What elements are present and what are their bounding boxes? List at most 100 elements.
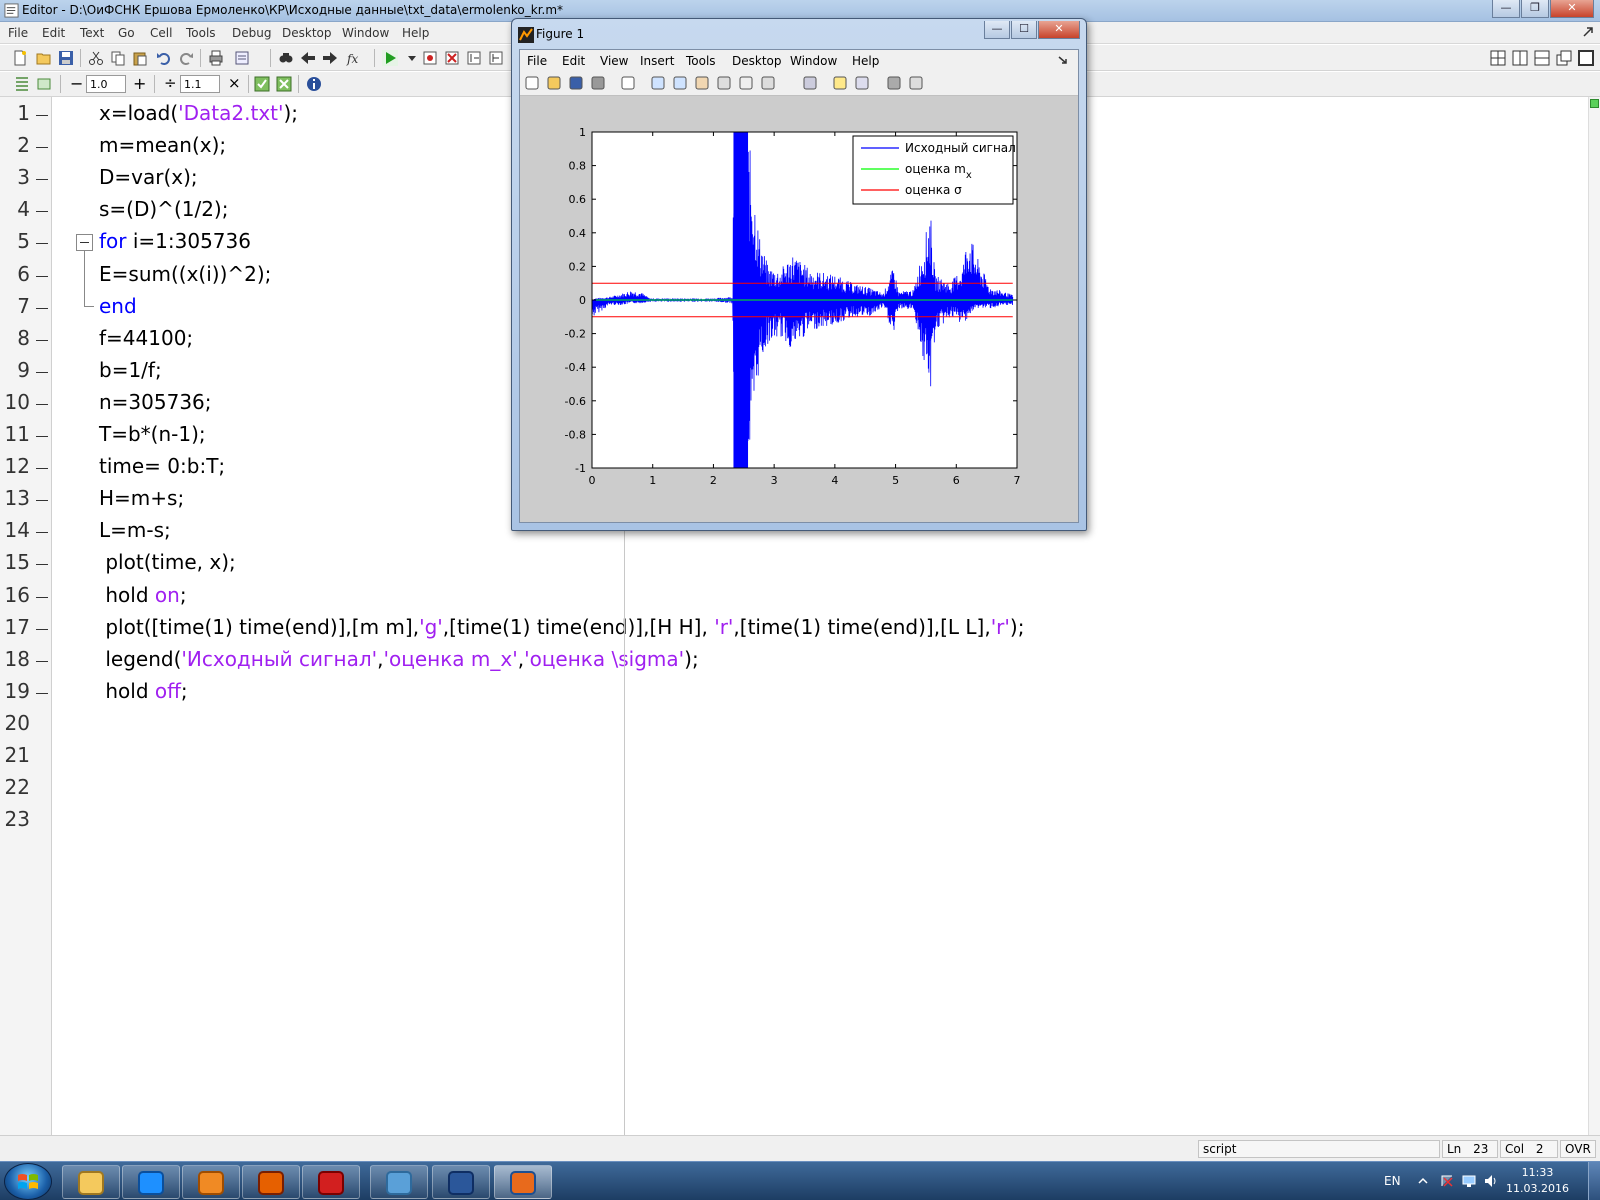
code-line[interactable]: D=var(x); <box>99 165 198 189</box>
figure-menu-file[interactable]: File <box>527 54 547 68</box>
breakpoint-marker[interactable] <box>36 692 48 694</box>
breakpoint-marker[interactable] <box>36 596 48 598</box>
forward-arrow-icon[interactable] <box>322 50 338 66</box>
code-analyzer-ok-icon[interactable] <box>1590 99 1599 108</box>
code-line[interactable]: for i=1:305736 <box>99 229 251 253</box>
undo-icon[interactable] <box>156 50 172 66</box>
breakpoint-marker[interactable] <box>36 500 48 502</box>
function-icon[interactable]: fx <box>346 50 362 66</box>
open-file-icon[interactable] <box>36 50 52 66</box>
breakpoint-marker[interactable] <box>36 115 48 116</box>
fold-toggle-icon[interactable] <box>76 234 93 251</box>
multiply-button[interactable]: × <box>228 74 241 92</box>
code-line[interactable]: b=1/f; <box>99 358 162 382</box>
menu-cell[interactable]: Cell <box>150 26 172 40</box>
breakpoint-marker[interactable] <box>36 628 48 630</box>
decrement-button[interactable]: − <box>70 74 83 93</box>
breakpoint-marker[interactable] <box>36 339 48 341</box>
insert-cell-icon[interactable] <box>14 76 30 92</box>
network-icon[interactable] <box>1462 1174 1476 1188</box>
figure-menu-help[interactable]: Help <box>852 54 879 68</box>
show-plot-tools-icon[interactable] <box>908 75 924 91</box>
code-line[interactable]: T=b*(n-1); <box>99 422 206 446</box>
taskbar-app-button[interactable] <box>494 1165 552 1199</box>
breakpoint-marker[interactable] <box>36 307 48 309</box>
code-line[interactable]: H=m+s; <box>99 486 184 510</box>
colorbar-icon[interactable] <box>832 75 848 91</box>
breakpoint-marker[interactable] <box>36 371 48 373</box>
code-line[interactable]: plot(time, x); <box>99 550 235 574</box>
print-icon[interactable] <box>208 50 224 66</box>
zoom-in-icon[interactable] <box>650 75 666 91</box>
taskbar-app-button[interactable] <box>182 1165 240 1199</box>
code-line[interactable]: end <box>99 294 137 318</box>
code-line[interactable]: plot([time(1) time(end)],[m m],'g',[time… <box>99 615 1024 639</box>
step-icon[interactable] <box>466 50 482 66</box>
save-icon[interactable] <box>58 50 74 66</box>
breakpoint-marker[interactable] <box>36 660 48 662</box>
code-line[interactable]: s=(D)^(1/2); <box>99 197 228 221</box>
back-arrow-icon[interactable] <box>300 50 316 66</box>
figure-menu-tools[interactable]: Tools <box>686 54 716 68</box>
info-icon[interactable] <box>306 76 322 92</box>
zoom-out-icon[interactable] <box>672 75 688 91</box>
breakpoint-marker[interactable] <box>36 564 48 566</box>
tile-grid-icon[interactable] <box>1490 50 1506 66</box>
brush-icon[interactable] <box>760 75 776 91</box>
breakpoint-marker[interactable] <box>36 211 48 213</box>
breakpoint-marker[interactable] <box>36 243 48 245</box>
taskbar-app-button[interactable] <box>122 1165 180 1199</box>
taskbar-app-button[interactable] <box>432 1165 490 1199</box>
split-vertical-icon[interactable] <box>1512 50 1528 66</box>
undock-icon[interactable] <box>1582 26 1594 38</box>
evaluate-cell-icon[interactable] <box>254 76 270 92</box>
dropdown-arrow-icon[interactable] <box>404 50 420 66</box>
code-line[interactable]: legend('Исходный сигнал','оценка m_x','о… <box>99 647 698 671</box>
figure-menu-insert[interactable]: Insert <box>640 54 674 68</box>
menu-edit[interactable]: Edit <box>42 26 65 40</box>
menu-tools[interactable]: Tools <box>186 26 216 40</box>
figure-dock-icon[interactable] <box>1058 55 1068 65</box>
language-indicator[interactable]: EN <box>1384 1174 1401 1188</box>
figure-menu-window[interactable]: Window <box>790 54 837 68</box>
paste-icon[interactable] <box>132 50 148 66</box>
breakpoint-marker[interactable] <box>36 147 48 149</box>
figure-maximize-button[interactable]: ☐ <box>1011 21 1037 39</box>
taskbar-app-button[interactable] <box>242 1165 300 1199</box>
rotate-3d-icon[interactable] <box>716 75 732 91</box>
figure-menu-edit[interactable]: Edit <box>562 54 585 68</box>
run-icon[interactable] <box>382 50 398 66</box>
breakpoint-marker[interactable] <box>36 436 48 437</box>
breakpoint-marker[interactable] <box>36 468 48 470</box>
show-hidden-icons-icon[interactable] <box>1416 1174 1430 1188</box>
menu-go[interactable]: Go <box>118 26 135 40</box>
split-horizontal-icon[interactable] <box>1534 50 1550 66</box>
save-icon[interactable] <box>568 75 584 91</box>
cut-icon[interactable] <box>88 50 104 66</box>
open-file-icon[interactable] <box>546 75 562 91</box>
code-line[interactable]: L=m-s; <box>99 518 171 542</box>
print-icon[interactable] <box>590 75 606 91</box>
maximize-icon[interactable] <box>1578 50 1594 66</box>
taskbar-app-button[interactable] <box>302 1165 360 1199</box>
figure-menu-view[interactable]: View <box>600 54 628 68</box>
figure-window[interactable]: Figure 1 — ☐ ✕ File Edit View Insert Too… <box>511 18 1087 531</box>
menu-help[interactable]: Help <box>402 26 429 40</box>
link-plot-icon[interactable] <box>802 75 818 91</box>
evaluate-advance-icon[interactable] <box>276 76 292 92</box>
cell-value-input-2[interactable] <box>180 75 220 93</box>
copy-icon[interactable] <box>110 50 126 66</box>
taskbar-app-button[interactable] <box>62 1165 120 1199</box>
pan-icon[interactable] <box>694 75 710 91</box>
show-desktop-button[interactable] <box>1588 1162 1600 1200</box>
set-breakpoint-icon[interactable] <box>422 50 438 66</box>
breakpoint-marker[interactable] <box>36 403 48 405</box>
breakpoint-marker[interactable] <box>36 532 48 534</box>
taskbar-app-button[interactable] <box>370 1165 428 1199</box>
figure-close-button[interactable]: ✕ <box>1038 21 1080 39</box>
float-icon[interactable] <box>1556 50 1572 66</box>
divide-button[interactable]: ÷ <box>164 74 177 92</box>
clock[interactable]: 11:33 11.03.2016 <box>1506 1165 1569 1197</box>
increment-button[interactable]: + <box>133 74 146 93</box>
code-line[interactable]: x=load('Data2.txt'); <box>99 101 298 125</box>
